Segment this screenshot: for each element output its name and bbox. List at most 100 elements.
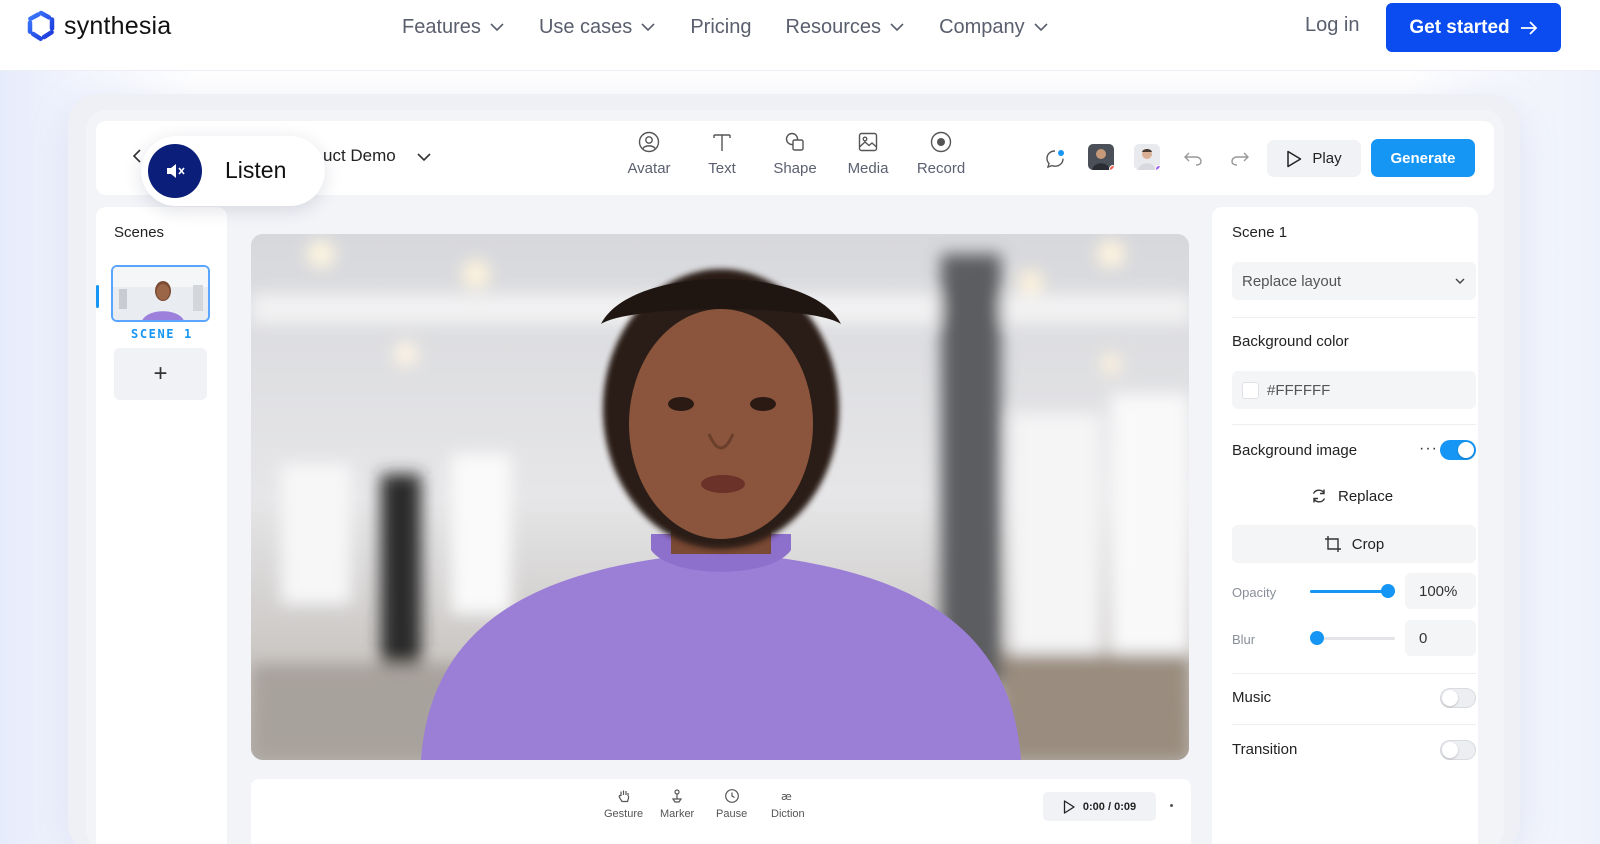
divider	[1232, 724, 1476, 725]
crop-button[interactable]: Crop	[1232, 525, 1476, 563]
nav-item-resources[interactable]: Resources	[785, 13, 905, 41]
diction-button[interactable]: æ Diction	[771, 788, 805, 820]
replace-layout-label: Replace layout	[1242, 272, 1342, 290]
tool-text[interactable]: Text	[687, 130, 757, 186]
bottom-tool-label: Diction	[771, 808, 805, 820]
toggle-knob	[1442, 742, 1458, 758]
synthesia-logo-icon	[27, 10, 55, 42]
avatar-video-frame	[251, 234, 1189, 760]
toggle-knob	[1458, 442, 1474, 458]
presence-dot	[1155, 165, 1160, 170]
comment-icon[interactable]	[1044, 148, 1066, 170]
tool-shape[interactable]: Shape	[760, 130, 830, 186]
avatar-video-preview[interactable]	[251, 234, 1189, 760]
play-icon	[1063, 799, 1075, 814]
chevron-down-icon	[1034, 23, 1048, 32]
replace-button[interactable]: Replace	[1310, 487, 1393, 505]
marker-icon	[671, 789, 683, 803]
synthesia-logo[interactable]: synthesia	[24, 10, 171, 42]
project-title[interactable]: uct Demo	[323, 146, 396, 166]
undo-icon[interactable]	[1183, 149, 1203, 167]
chevron-down-icon	[641, 23, 655, 32]
add-scene-button[interactable]: +	[114, 348, 207, 400]
logo-text: synthesia	[64, 11, 172, 40]
blur-value-box[interactable]: 0	[1405, 620, 1476, 656]
replace-label: Replace	[1338, 487, 1394, 505]
pause-button[interactable]: Pause	[716, 788, 747, 820]
tool-avatar[interactable]: Avatar	[614, 130, 684, 186]
nav-item-pricing[interactable]: Pricing	[690, 13, 751, 41]
diction-icon: æ	[781, 790, 792, 803]
scene-thumbnail-image	[113, 267, 208, 320]
timecode-play-button[interactable]: 0:00 / 0:09	[1043, 792, 1156, 821]
record-icon	[930, 131, 952, 153]
background-color-field[interactable]: #FFFFFF	[1232, 371, 1476, 409]
chevron-down-icon[interactable]	[416, 149, 432, 165]
music-label: Music	[1232, 689, 1272, 706]
background-color-value: #FFFFFF	[1267, 381, 1331, 399]
tool-media[interactable]: Media	[833, 130, 903, 186]
refresh-icon	[1312, 489, 1326, 503]
timecode: 0:00 / 0:09	[1082, 800, 1137, 813]
scene-label: SCENE 1	[131, 327, 193, 341]
svg-text:æ: æ	[781, 790, 792, 803]
clock-icon	[724, 789, 739, 803]
listen-label: Listen	[225, 157, 287, 183]
media-icon	[858, 132, 878, 152]
tool-label: Text	[708, 160, 736, 177]
redo-icon[interactable]	[1230, 149, 1250, 167]
divider	[1232, 673, 1476, 674]
toggle-knob	[1442, 690, 1458, 706]
bottom-tool-label: Pause	[716, 808, 748, 820]
main-nav: Features Use cases Pricing Resources Com…	[402, 13, 1083, 41]
bottom-tool-label: Marker	[660, 808, 695, 820]
tool-record[interactable]: Record	[906, 130, 976, 186]
blur-label: Blur	[1232, 632, 1256, 647]
listen-icon-circle[interactable]	[148, 144, 202, 198]
blur-slider-handle[interactable]	[1310, 631, 1324, 645]
bottom-tool-label: Gesture	[604, 808, 644, 820]
nav-label: Use cases	[538, 15, 633, 38]
scene-title: Scene 1	[1232, 224, 1288, 241]
avatar-icon	[638, 131, 660, 153]
background-image-toggle[interactable]	[1440, 440, 1476, 460]
background-color-label: Background color	[1232, 333, 1349, 350]
play-label: Play	[1312, 150, 1342, 167]
replace-layout-select[interactable]: Replace layout	[1232, 262, 1476, 300]
tool-label: Shape	[773, 160, 817, 177]
transition-toggle[interactable]	[1440, 740, 1476, 760]
tool-label: Media	[847, 160, 889, 177]
crop-label: Crop	[1351, 535, 1385, 553]
login-link[interactable]: Log in	[1305, 14, 1360, 37]
divider	[1232, 317, 1476, 318]
collaborator-avatar[interactable]	[1088, 144, 1114, 170]
tool-label: Record	[916, 160, 966, 177]
more-options-icon[interactable]: ···	[1419, 440, 1438, 458]
hand-icon	[618, 790, 629, 803]
opacity-label: Opacity	[1232, 585, 1277, 600]
get-started-button[interactable]: Get started	[1386, 3, 1561, 52]
crop-icon	[1324, 536, 1341, 552]
nav-label: Company	[939, 15, 1025, 38]
collaborator-avatar[interactable]	[1134, 144, 1160, 170]
opacity-value: 100%	[1419, 582, 1458, 600]
tool-label: Avatar	[627, 160, 671, 177]
opacity-value-box[interactable]: 100%	[1405, 573, 1476, 609]
music-toggle[interactable]	[1440, 688, 1476, 708]
arrow-right-icon	[1520, 20, 1537, 35]
opacity-slider-handle[interactable]	[1381, 584, 1395, 598]
text-icon	[713, 134, 731, 151]
gesture-button[interactable]: Gesture	[604, 788, 643, 820]
chevron-down-icon	[490, 23, 504, 32]
marker-button[interactable]: Marker	[660, 788, 694, 820]
generate-button[interactable]: Generate	[1371, 139, 1475, 177]
scene-thumbnail[interactable]	[111, 265, 210, 322]
nav-item-use-cases[interactable]: Use cases	[539, 13, 656, 41]
top-navigation: synthesia Features Use cases Pricing Res…	[0, 0, 1600, 71]
more-dot[interactable]	[1170, 804, 1173, 807]
nav-item-features[interactable]: Features	[402, 13, 505, 41]
nav-label: Resources	[785, 15, 882, 38]
play-button[interactable]: Play	[1267, 140, 1361, 177]
nav-item-company[interactable]: Company	[939, 13, 1049, 41]
nav-label: Pricing	[690, 15, 752, 38]
